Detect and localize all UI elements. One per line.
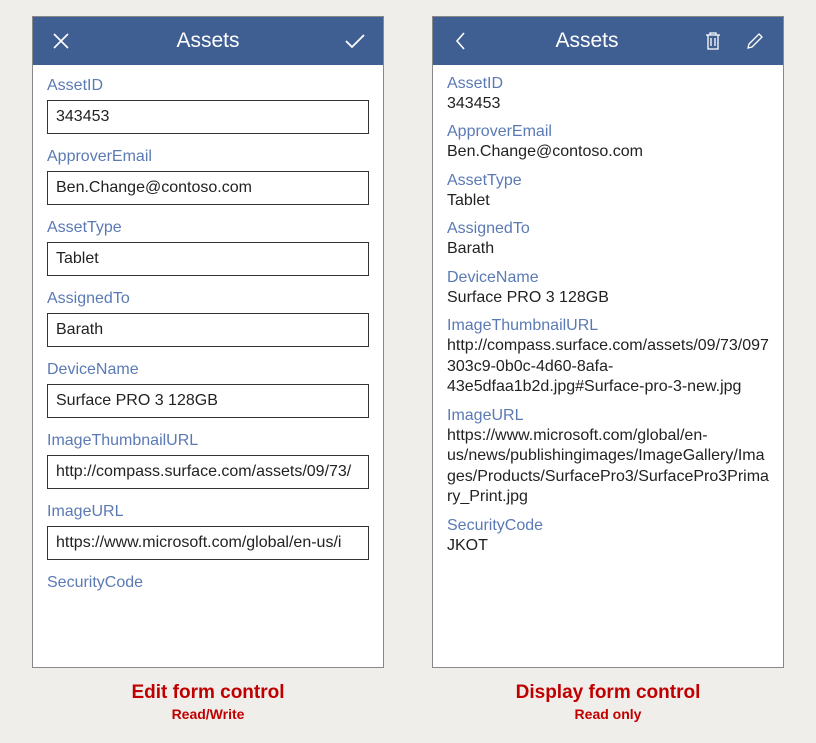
field-value: Ben.Change@contoso.com [447, 142, 769, 162]
dfield-assetid: AssetID 343453 [447, 75, 769, 114]
edit-form-phone: Assets AssetID ApproverEmail AssetType A… [32, 16, 384, 668]
imagethumbnailurl-input[interactable] [47, 455, 369, 489]
cancel-button[interactable] [45, 25, 77, 57]
caption-edit: Edit form control Read/Write [32, 682, 384, 722]
assetid-input[interactable] [47, 100, 369, 134]
field-label: ApproverEmail [47, 148, 369, 166]
dfield-imageurl: ImageURL https://www.microsoft.com/globa… [447, 407, 769, 508]
field-label: ImageURL [447, 407, 769, 425]
field-value: JKOT [447, 536, 769, 556]
caption-title: Display form control [432, 682, 784, 704]
field-securitycode: SecurityCode [47, 574, 369, 592]
field-value: Surface PRO 3 128GB [447, 288, 769, 308]
caption-display: Display form control Read only [432, 682, 784, 722]
assettype-input[interactable] [47, 242, 369, 276]
field-label: AssetID [47, 77, 369, 95]
field-label: ApproverEmail [447, 123, 769, 141]
dfield-devicename: DeviceName Surface PRO 3 128GB [447, 269, 769, 308]
chevron-left-icon [453, 31, 469, 51]
trash-icon [704, 31, 722, 51]
field-value: Tablet [447, 191, 769, 211]
dfield-securitycode: SecurityCode JKOT [447, 517, 769, 556]
pencil-icon [746, 32, 764, 50]
field-label: AssetType [447, 172, 769, 190]
field-value: Barath [447, 239, 769, 259]
field-label: AssignedTo [447, 220, 769, 238]
caption-subtitle: Read/Write [32, 706, 384, 722]
edit-button[interactable] [739, 25, 771, 57]
field-label: SecurityCode [447, 517, 769, 535]
field-value: https://www.microsoft.com/global/en-us/n… [447, 426, 769, 508]
dfield-assettype: AssetType Tablet [447, 172, 769, 211]
field-label: SecurityCode [47, 574, 369, 592]
edit-header: Assets [33, 17, 383, 65]
page-title: Assets [477, 29, 697, 53]
field-assignedto: AssignedTo [47, 290, 369, 347]
field-label: AssetType [47, 219, 369, 237]
dfield-imagethumbnailurl: ImageThumbnailURL http://compass.surface… [447, 317, 769, 397]
field-imagethumbnailurl: ImageThumbnailURL [47, 432, 369, 489]
close-icon [51, 31, 71, 51]
field-label: ImageThumbnailURL [447, 317, 769, 335]
field-assettype: AssetType [47, 219, 369, 276]
display-form-body: AssetID 343453 ApproverEmail Ben.Change@… [433, 65, 783, 667]
field-imageurl: ImageURL [47, 503, 369, 560]
page-title: Assets [77, 29, 339, 53]
checkmark-icon [343, 31, 367, 51]
edit-form-body: AssetID ApproverEmail AssetType Assigned… [33, 65, 383, 667]
field-value: 343453 [447, 94, 769, 114]
delete-button[interactable] [697, 25, 729, 57]
field-approveremail: ApproverEmail [47, 148, 369, 205]
field-label: DeviceName [47, 361, 369, 379]
display-header: Assets [433, 17, 783, 65]
field-label: ImageURL [47, 503, 369, 521]
submit-button[interactable] [339, 25, 371, 57]
caption-title: Edit form control [32, 682, 384, 704]
field-label: DeviceName [447, 269, 769, 287]
dfield-assignedto: AssignedTo Barath [447, 220, 769, 259]
field-label: AssignedTo [47, 290, 369, 308]
field-label: AssetID [447, 75, 769, 93]
display-form-phone: Assets AssetID 343453 ApproverEmail Ben.… [432, 16, 784, 668]
devicename-input[interactable] [47, 384, 369, 418]
field-label: ImageThumbnailURL [47, 432, 369, 450]
field-assetid: AssetID [47, 77, 369, 134]
back-button[interactable] [445, 25, 477, 57]
dfield-approveremail: ApproverEmail Ben.Change@contoso.com [447, 123, 769, 162]
assignedto-input[interactable] [47, 313, 369, 347]
imageurl-input[interactable] [47, 526, 369, 560]
field-devicename: DeviceName [47, 361, 369, 418]
caption-subtitle: Read only [432, 706, 784, 722]
field-value: http://compass.surface.com/assets/09/73/… [447, 336, 769, 397]
approveremail-input[interactable] [47, 171, 369, 205]
